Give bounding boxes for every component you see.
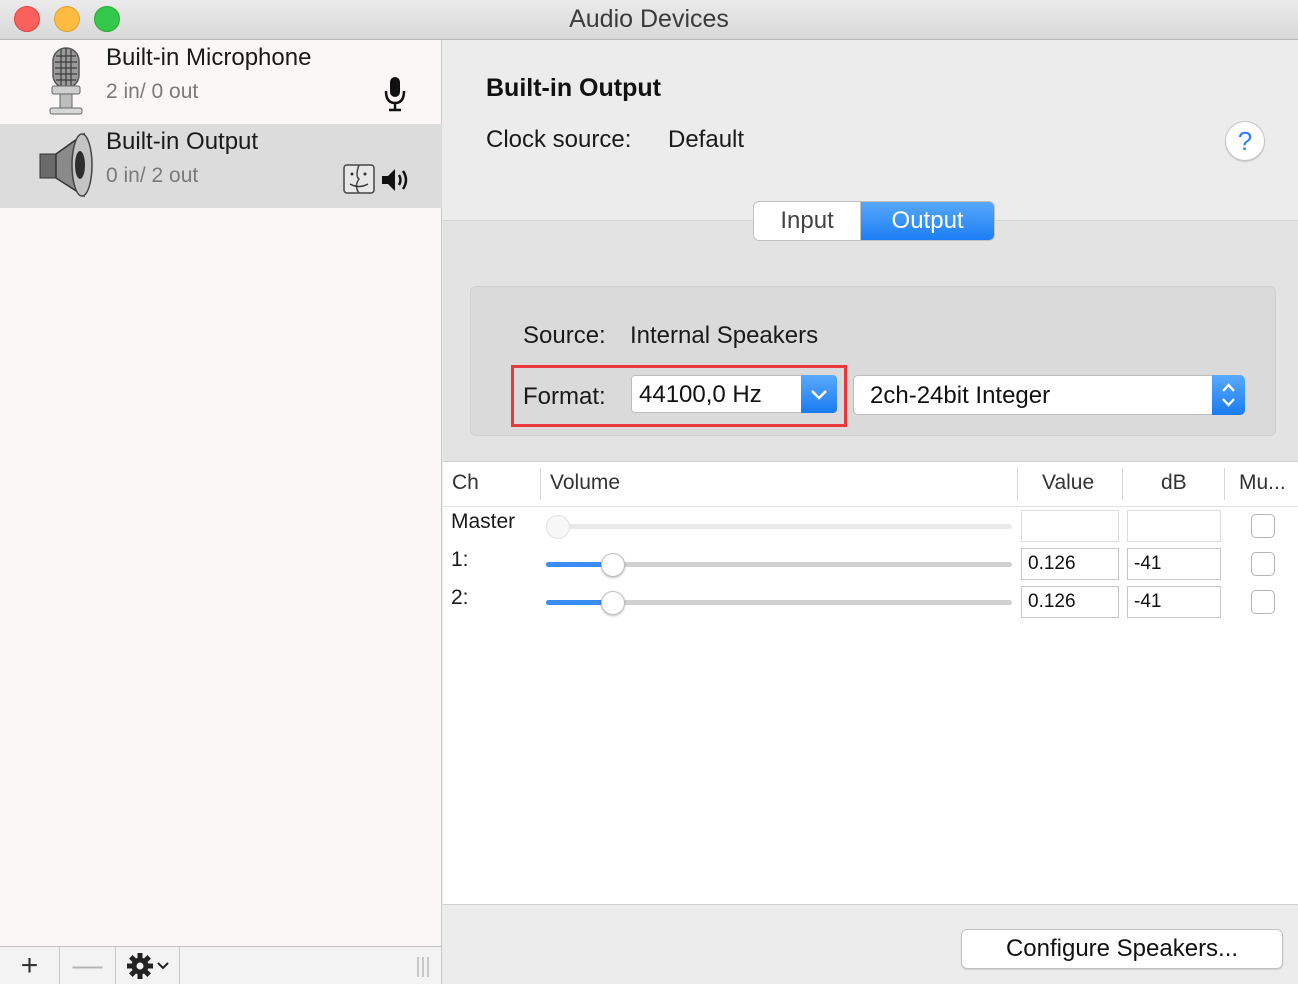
device-list: Built-in Microphone 2 in/ 0 out Built-in… <box>0 40 442 946</box>
speaker-icon <box>39 132 93 198</box>
column-divider <box>1122 468 1123 500</box>
up-down-chevron-icon <box>1212 375 1245 415</box>
column-header-volume[interactable]: Volume <box>550 462 620 506</box>
tab-output[interactable]: Output <box>861 202 994 240</box>
input-output-segmented-control: Input Output <box>753 201 995 241</box>
microphone-icon <box>49 47 83 115</box>
clock-source-value: Default <box>668 126 745 153</box>
slider-knob[interactable] <box>601 591 625 615</box>
channel-label: Master <box>451 510 516 533</box>
device-name: Built-in Microphone <box>106 44 312 71</box>
clock-source-label: Clock source: <box>486 126 632 153</box>
selected-device-title: Built-in Output <box>486 74 661 102</box>
configure-speakers-button[interactable]: Configure Speakers... <box>961 929 1283 969</box>
sample-format-value: 2ch-24bit Integer <box>870 382 1051 409</box>
device-detail-panel: Built-in Output Clock source: Default ? … <box>443 40 1298 984</box>
channel-label: 2: <box>451 586 469 609</box>
channel-label: 1: <box>451 548 469 571</box>
finder-icon <box>343 164 375 194</box>
header-divider <box>443 506 1298 507</box>
sample-format-popup[interactable]: 2ch-24bit Integer <box>853 375 1245 415</box>
gear-icon <box>126 953 169 979</box>
slider-knob[interactable] <box>601 553 625 577</box>
channel-2-volume-slider[interactable] <box>546 591 1012 615</box>
remove-device-button[interactable]: — <box>60 947 116 984</box>
column-divider <box>1017 468 1018 500</box>
window-title: Audio Devices <box>569 5 729 33</box>
master-volume-slider[interactable] <box>546 515 1012 539</box>
channel-volume-table: Ch Volume Value dB Mu... Master 1: 0.126… <box>443 461 1298 905</box>
device-actions-menu[interactable] <box>116 947 180 984</box>
slider-knob[interactable] <box>546 515 570 539</box>
channel-1-volume-slider[interactable] <box>546 553 1012 577</box>
source-label: Source: <box>523 322 606 349</box>
channel-1-mute-checkbox[interactable] <box>1251 552 1275 576</box>
device-item-built-in-microphone[interactable]: Built-in Microphone 2 in/ 0 out <box>0 40 442 124</box>
column-header-db[interactable]: dB <box>1161 462 1187 506</box>
channel-1-value-field[interactable]: 0.126 <box>1021 548 1119 580</box>
channel-2-db-field[interactable]: -41 <box>1127 586 1221 618</box>
tab-input[interactable]: Input <box>754 202 862 240</box>
master-value-field[interactable] <box>1021 510 1119 542</box>
format-highlight-annotation <box>511 365 847 427</box>
help-button[interactable]: ? <box>1225 121 1265 161</box>
master-db-field[interactable] <box>1127 510 1221 542</box>
channel-2-value-field[interactable]: 0.126 <box>1021 586 1119 618</box>
column-header-value[interactable]: Value <box>1042 462 1094 506</box>
column-header-ch[interactable]: Ch <box>452 462 479 506</box>
output-device-icon <box>382 169 408 191</box>
title-bar: Audio Devices <box>0 0 1298 40</box>
master-mute-checkbox[interactable] <box>1251 514 1275 538</box>
column-divider <box>1224 468 1225 500</box>
device-list-toolbar: + — <box>0 946 442 984</box>
device-io-count: 2 in/ 0 out <box>106 80 199 103</box>
column-header-mute[interactable]: Mu... <box>1239 462 1286 506</box>
device-name: Built-in Output <box>106 128 259 155</box>
channel-2-mute-checkbox[interactable] <box>1251 590 1275 614</box>
input-device-icon <box>384 77 406 112</box>
source-value: Internal Speakers <box>630 322 819 349</box>
resize-grip-icon[interactable] <box>414 957 432 977</box>
channel-1-db-field[interactable]: -41 <box>1127 548 1221 580</box>
add-device-button[interactable]: + <box>0 947 60 984</box>
device-item-built-in-output[interactable]: Built-in Output 0 in/ 2 out <box>0 124 442 208</box>
device-io-count: 0 in/ 2 out <box>106 164 199 187</box>
column-divider <box>540 468 541 500</box>
